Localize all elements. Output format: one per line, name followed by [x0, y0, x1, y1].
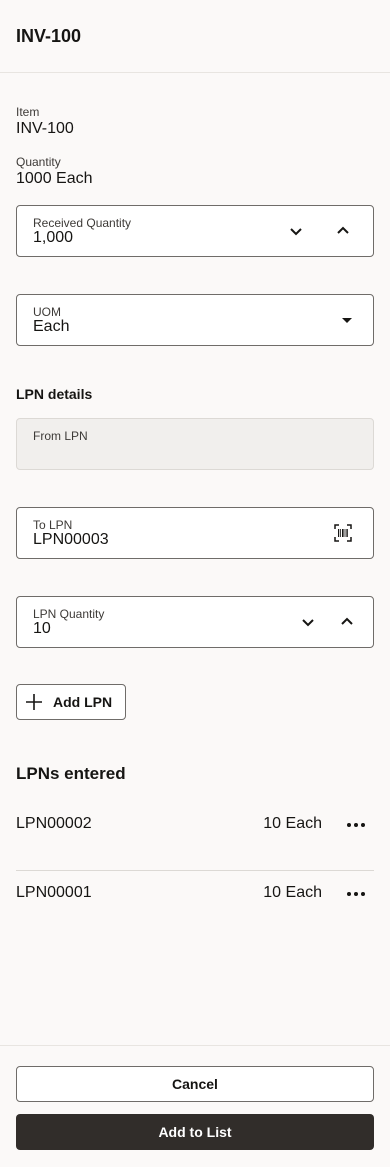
from-lpn-label: From LPN — [33, 429, 88, 443]
quantity-value: 1000 Each — [16, 170, 93, 187]
received-quantity-label: Received Quantity — [33, 216, 132, 230]
quantity-label: Quantity — [16, 155, 61, 169]
chevron-down-icon[interactable] — [284, 219, 308, 243]
add-lpn-label: Add LPN — [53, 694, 113, 710]
chevron-down-icon[interactable] — [296, 610, 320, 634]
from-lpn-field: From LPN — [16, 418, 374, 470]
lpn-quantity-value[interactable]: 10 — [33, 620, 51, 638]
lpns-entered-title: LPNs entered — [16, 764, 126, 783]
divider — [16, 870, 374, 871]
add-to-list-button[interactable]: Add to List — [16, 1114, 374, 1150]
to-lpn-field[interactable]: To LPN LPN00003 — [16, 507, 374, 559]
more-horizontal-icon[interactable] — [344, 882, 368, 906]
more-horizontal-icon[interactable] — [344, 813, 368, 837]
lpn-name: LPN00001 — [16, 884, 92, 901]
chevron-up-icon[interactable] — [331, 219, 355, 243]
lpn-qty: 10 Each — [263, 815, 322, 832]
cancel-button[interactable]: Cancel — [16, 1066, 374, 1102]
add-lpn-button[interactable]: Add LPN — [16, 684, 126, 720]
list-item[interactable]: LPN00001 10 Each — [16, 882, 374, 906]
item-label: Item — [16, 105, 40, 119]
lpn-details-title: LPN details — [16, 386, 93, 402]
page-header: INV-100 — [0, 0, 390, 73]
caret-down-icon[interactable] — [335, 308, 359, 332]
item-value: INV-100 — [16, 120, 74, 137]
received-quantity-field[interactable]: Received Quantity 1,000 — [16, 205, 374, 257]
uom-select[interactable]: UOM Each — [16, 294, 374, 346]
lpn-quantity-label: LPN Quantity — [33, 607, 105, 621]
barcode-scan-icon[interactable] — [331, 521, 355, 545]
to-lpn-label: To LPN — [33, 518, 73, 532]
uom-label: UOM — [33, 305, 61, 319]
uom-value[interactable]: Each — [33, 318, 69, 336]
lpn-quantity-field[interactable]: LPN Quantity 10 — [16, 596, 374, 648]
to-lpn-value[interactable]: LPN00003 — [33, 531, 109, 549]
list-item[interactable]: LPN00002 10 Each — [16, 813, 374, 837]
plus-icon — [26, 694, 42, 710]
lpn-qty: 10 Each — [263, 884, 322, 901]
page-title: INV-100 — [16, 26, 82, 46]
chevron-up-icon[interactable] — [335, 610, 359, 634]
received-quantity-value[interactable]: 1,000 — [33, 229, 73, 247]
lpn-name: LPN00002 — [16, 815, 92, 832]
